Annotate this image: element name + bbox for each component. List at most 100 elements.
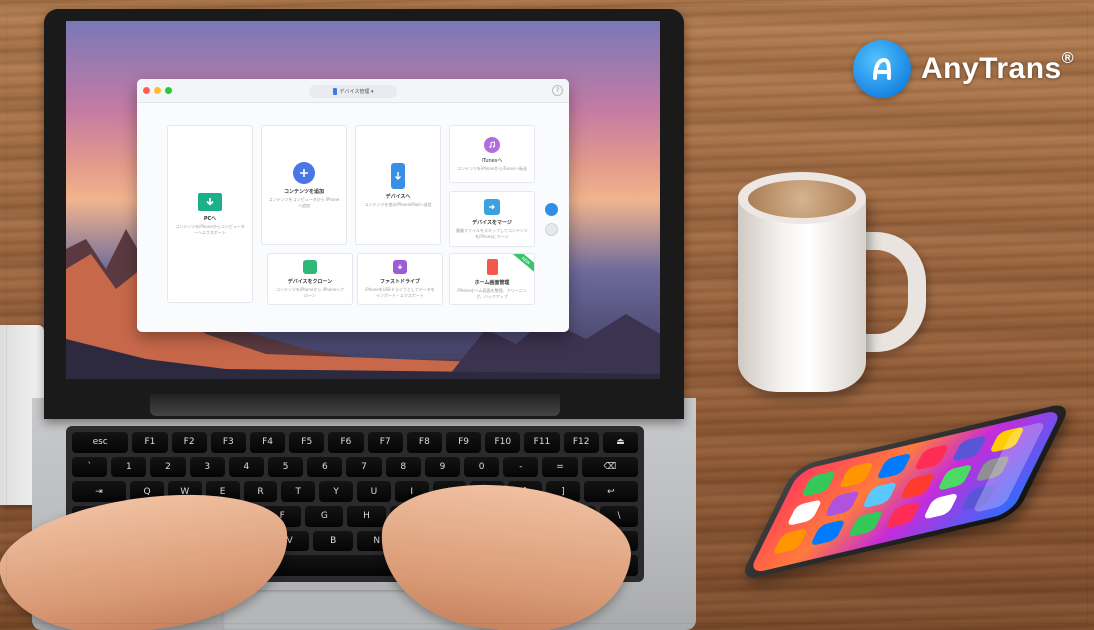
close-window-button[interactable] <box>143 87 150 94</box>
brand-logo: AnyTrans® <box>853 40 1074 98</box>
plus-icon <box>293 162 315 185</box>
minimize-window-button[interactable] <box>154 87 161 94</box>
tile-to-pc[interactable]: PCへ コンテンツをiPhoneからコンピューターへエクスポート <box>167 125 253 303</box>
keyboard-key[interactable]: 3 <box>189 456 225 478</box>
app-icon <box>786 499 823 527</box>
tile-desc: コンテンツをiPhoneからコンピューターへエクスポート <box>175 224 245 235</box>
anytrans-window: デバイス管理 ▾ ? PCへ コンテンツをiPhoneからコンピューターへエクス… <box>137 79 569 332</box>
tile-fast-drive[interactable]: ファストドライブ iPhoneをUSBドライブとしてデータをインポート・エクスポ… <box>357 253 443 305</box>
tile-desc: 重複ファイルをスキップしてコンテンツをiPhoneにマージ <box>456 228 528 239</box>
laptop-hinge <box>150 394 560 416</box>
app-icon <box>838 461 875 489</box>
keyboard-key[interactable]: F2 <box>171 432 207 453</box>
keyboard-row: esc F1 F2 F3 F4 F5 F6 F7 F8 F9 F10 F11 F12 ⏏ <box>72 432 638 453</box>
keyboard-key[interactable]: esc <box>72 432 129 453</box>
tile-clone-device[interactable]: デバイスをクローン コンテンツをiPhoneから iPhoneへクローン <box>267 253 353 305</box>
keyboard-key[interactable]: R <box>243 481 278 503</box>
keyboard-key[interactable]: 0 <box>464 456 500 478</box>
tile-desc: iPhoneホーム画面を整理、クリーニング、バックアップ <box>457 288 527 299</box>
keyboard-key[interactable]: F11 <box>524 432 560 453</box>
keyboard-key[interactable]: F7 <box>367 432 403 453</box>
device-info-icon[interactable] <box>545 203 558 216</box>
more-icon[interactable] <box>545 223 558 236</box>
tile-title: iTunesへ <box>481 157 503 164</box>
keyboard-key[interactable]: H <box>347 506 386 527</box>
tile-to-itunes[interactable]: iTunesへ コンテンツをiPhoneからiTunesへ転送 <box>449 125 535 183</box>
help-button[interactable]: ? <box>552 85 563 96</box>
device-selector[interactable]: デバイス管理 ▾ <box>309 85 397 98</box>
keyboard-key[interactable]: ⇥ <box>72 481 127 503</box>
tile-merge-device[interactable]: デバイスをマージ 重複ファイルをスキップしてコンテンツをiPhoneにマージ <box>449 191 535 247</box>
tile-desc: コンテンツをiPhoneから iPhoneへクローン <box>275 287 345 298</box>
tile-home-screen[interactable]: NEW ホーム画面管理 iPhoneホーム画面を整理、クリーニング、バックアップ <box>449 253 535 305</box>
tile-title: コンテンツを追加 <box>283 189 324 196</box>
merge-icon <box>484 199 500 216</box>
iphone-screen <box>747 408 1063 575</box>
keyboard-key[interactable]: 4 <box>228 456 265 478</box>
keyboard-key[interactable]: F5 <box>289 432 325 453</box>
app-icon <box>951 434 988 463</box>
keyboard-key[interactable]: T <box>281 481 316 503</box>
keyboard-key[interactable]: F4 <box>249 432 286 453</box>
zoom-window-button[interactable] <box>165 87 172 94</box>
keyboard-key[interactable]: 2 <box>150 456 186 478</box>
desk-scene: AnyTrans® デバイス管理 ▾ ? PCへ コンテンツをiPhoneからコ… <box>0 0 1094 630</box>
keyboard-key[interactable]: F6 <box>328 432 364 453</box>
keyboard-key[interactable]: 8 <box>385 456 421 478</box>
tile-add-content[interactable]: コンテンツを追加 コンテンツをコンピュータから iPhoneへ追加 <box>261 125 347 245</box>
new-badge: NEW <box>510 254 534 275</box>
tile-title: デバイスをクローン <box>287 279 333 286</box>
app-icon <box>800 470 837 498</box>
app-icon <box>885 501 922 529</box>
keyboard-key[interactable]: B <box>313 530 353 552</box>
keyboard-key[interactable]: F10 <box>485 432 521 453</box>
app-icon <box>899 472 936 500</box>
keyboard-key[interactable]: U <box>356 481 391 503</box>
app-icon <box>809 519 847 547</box>
anytrans-logo-icon <box>853 40 911 98</box>
keyboard-key[interactable]: ⌫ <box>581 456 638 478</box>
device-selector-label: デバイス管理 ▾ <box>339 89 374 95</box>
keyboard-key[interactable]: - <box>503 456 539 478</box>
iphone-icon <box>332 88 337 95</box>
function-tiles: PCへ コンテンツをiPhoneからコンピューターへエクスポート コンテンツを追… <box>137 103 569 332</box>
music-note-icon <box>484 136 500 153</box>
app-icon <box>875 452 913 480</box>
keyboard-key[interactable]: ⏏ <box>602 432 638 453</box>
tile-title: ファストドライブ <box>379 279 420 286</box>
home-screen-icon <box>486 259 498 276</box>
keyboard-key[interactable]: 6 <box>307 456 343 478</box>
keyboard-key[interactable]: ` <box>72 456 108 478</box>
keyboard-key[interactable]: F9 <box>445 432 482 453</box>
app-icon <box>936 463 974 491</box>
tile-title: ホーム画面管理 <box>474 280 510 287</box>
keyboard-key[interactable]: 5 <box>268 456 304 478</box>
keyboard-key[interactable]: 7 <box>346 456 382 478</box>
usb-drive-icon <box>393 260 407 275</box>
tile-to-device[interactable]: デバイスへ コンテンツを他のiPhone/iPadへ送信 <box>355 125 441 245</box>
keyboard-key[interactable]: F3 <box>210 432 246 453</box>
brand-name: AnyTrans® <box>921 50 1075 85</box>
keyboard-key[interactable]: 1 <box>111 456 147 478</box>
window-controls <box>143 87 172 94</box>
keyboard-row: ` 1 2 3 4 5 6 7 8 9 0- = ⌫ <box>72 456 638 478</box>
app-icon <box>847 510 884 538</box>
clone-icon <box>303 260 317 275</box>
app-icon <box>772 527 809 556</box>
keyboard-key[interactable]: F1 <box>132 432 168 453</box>
keyboard-key[interactable]: G <box>305 506 344 527</box>
iphone <box>653 368 1073 584</box>
tile-desc: コンテンツをコンピュータから iPhoneへ追加 <box>268 197 340 208</box>
keyboard-key[interactable]: F12 <box>563 432 599 453</box>
tile-title: PCへ <box>203 216 217 223</box>
keyboard-key[interactable]: F8 <box>406 432 442 453</box>
keyboard-key[interactable]: = <box>542 456 578 478</box>
tile-desc: コンテンツをiPhoneからiTunesへ転送 <box>456 165 528 171</box>
keyboard-key[interactable]: 9 <box>424 456 461 478</box>
tile-desc: iPhoneをUSBドライブとしてデータをインポート・エクスポート <box>365 287 435 298</box>
keyboard-key[interactable]: ↩ <box>583 481 638 503</box>
tile-title: デバイスをマージ <box>472 220 512 227</box>
keyboard-key[interactable]: Y <box>319 481 353 503</box>
title-bar: デバイス管理 ▾ ? <box>137 79 569 103</box>
phone-down-icon <box>391 162 405 189</box>
